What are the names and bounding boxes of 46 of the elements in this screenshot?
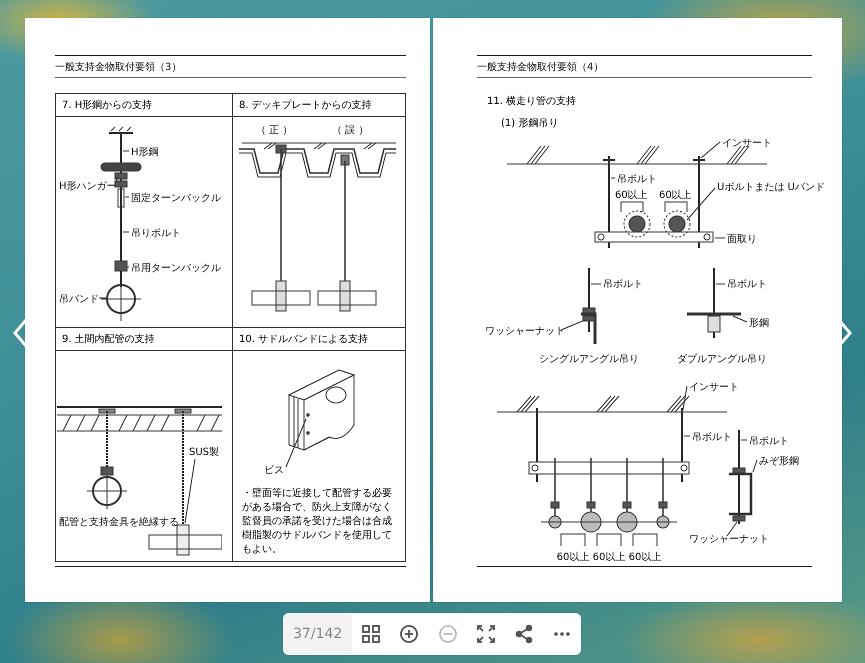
section-title: 11. 横走り管の支持 — [487, 94, 578, 108]
page-title: 一般支持金物取付要領（4） — [477, 55, 812, 78]
note-text: ・壁面等に近接して配管する必要がある場合で、防火上支障がなく監督員の承諾を受けた場合は合成樹脂製のサドルバンドを使用してもよい。 — [242, 487, 393, 557]
more-icon — [554, 632, 570, 636]
part-label: 60以上 — [556, 552, 590, 563]
part-label: H形鋼 — [131, 147, 159, 158]
part-label: 吊ボルト — [617, 174, 657, 185]
page-title: 一般支持金物取付要領（3） — [55, 55, 406, 78]
part-label: ダブルアングル吊り — [677, 354, 767, 365]
part-label: 60以上 — [592, 552, 626, 563]
part-label: 固定ターンバックル — [131, 193, 221, 204]
section-title: 9. 土間内配管の支持 — [56, 328, 232, 351]
subsection-title: (1) 形鋼吊り — [501, 117, 560, 130]
part-label: （ 誤 ） — [332, 125, 368, 136]
part-label: 形鋼 — [749, 318, 769, 329]
part-label: 60以上 — [659, 190, 692, 201]
part-label: インサート — [689, 382, 739, 393]
section-title: 8. デッキプレートからの支持 — [233, 94, 405, 117]
part-label: 配管と支持金具を絶縁する — [59, 517, 179, 528]
part-label: 吊りボルト — [131, 228, 181, 239]
zoom-in-icon — [399, 624, 420, 644]
part-label: 吊ボルト — [727, 279, 767, 290]
share-icon — [514, 624, 534, 644]
part-label: 吊用ターンバックル — [131, 263, 221, 274]
part-label: 60以上 — [628, 552, 662, 563]
part-label: インサート — [722, 138, 772, 149]
section-title: 10. サドルバンドによる支持 — [233, 328, 405, 351]
fullscreen-icon — [476, 624, 496, 644]
part-label: ワッシャーナット — [689, 534, 769, 545]
part-label: 吊ボルト — [692, 432, 732, 443]
part-label: 吊ボルト — [749, 436, 789, 447]
part-label: ビス — [264, 465, 284, 476]
part-label: 面取り — [727, 234, 757, 245]
part-label: 吊バンド — [59, 294, 99, 305]
zoom-out-icon — [438, 624, 458, 644]
grid-icon — [361, 624, 382, 644]
part-label: （ 正 ） — [256, 125, 292, 136]
part-label: ワッシャーナット — [485, 326, 565, 337]
section-title: 7. H形鋼からの支持 — [56, 94, 232, 117]
part-label: 吊ボルト — [603, 279, 643, 290]
part-label: Uボルトまたは Uバンド — [717, 182, 825, 193]
part-label: みぞ形鋼 — [759, 456, 799, 467]
part-label: SUS製 — [189, 447, 220, 458]
page-indicator: 37/142 — [283, 613, 352, 655]
part-label: シングルアングル吊り — [539, 354, 639, 365]
part-label: 60以上 — [615, 190, 648, 201]
